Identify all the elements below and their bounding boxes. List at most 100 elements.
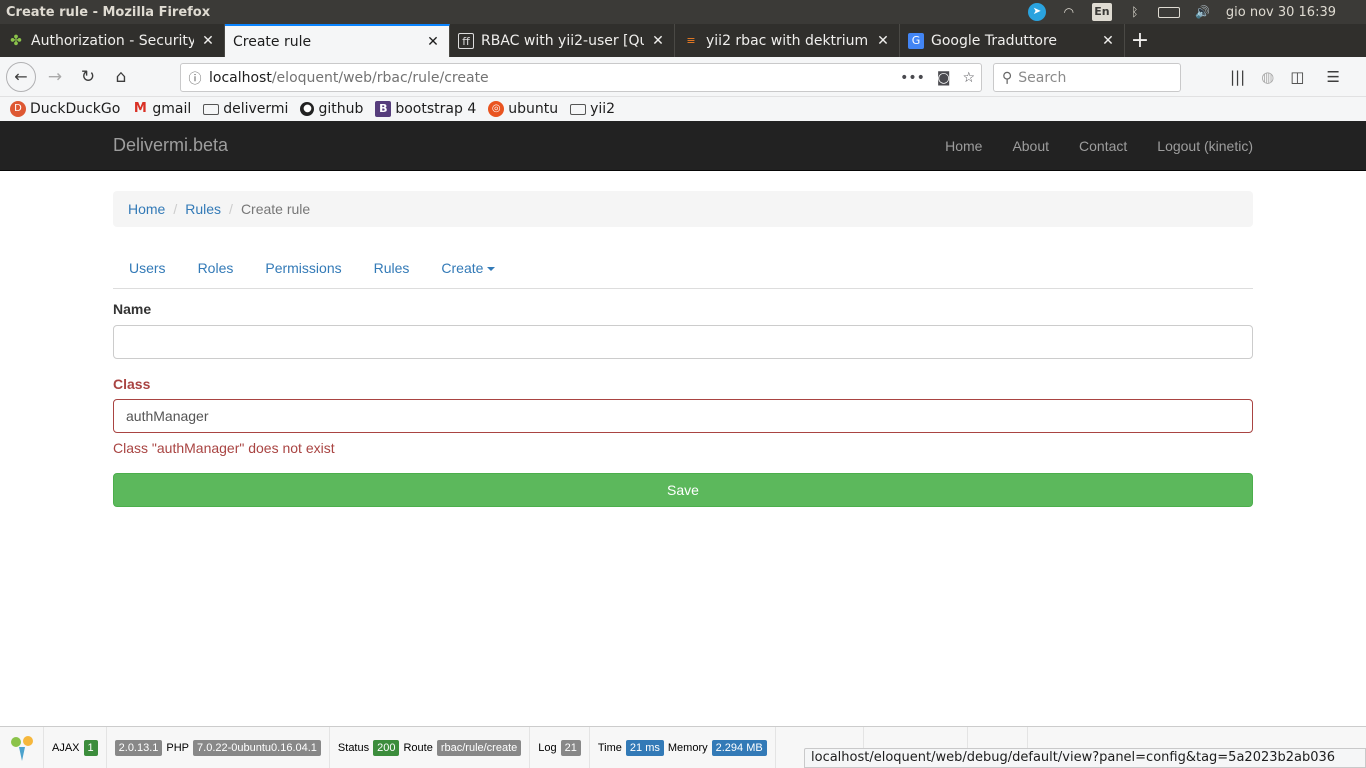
bookmark-github[interactable]: ● github <box>300 101 363 117</box>
close-tab-icon[interactable]: ✕ <box>200 33 216 49</box>
duckduckgo-icon: D <box>10 101 26 117</box>
yii-favicon-icon: ✤ <box>10 32 22 49</box>
debug-ajax-label: AJAX <box>52 741 80 754</box>
bookmark-star-icon[interactable]: ☆ <box>962 70 975 86</box>
save-button[interactable]: Save <box>113 473 1253 507</box>
tab-google-traduttore[interactable]: G Google Traduttore ✕ <box>900 24 1125 57</box>
toolbar-right: ||| ◍ ◫ ☰ <box>1230 57 1340 97</box>
tab-label: Authorization - Security <box>31 32 194 49</box>
subnav-create-dropdown[interactable]: Create <box>425 260 511 276</box>
tab-authorization[interactable]: ✤ Authorization - Security ✕ <box>0 24 225 57</box>
gmail-icon: M <box>133 101 147 116</box>
tab-yii2-rbac-dektrium[interactable]: ≡ yii2 rbac with dektrium - ✕ <box>675 24 900 57</box>
clock[interactable]: gio nov 30 16:39 <box>1226 5 1336 20</box>
debug-profiling[interactable]: Time 21 ms Memory 2.294 MB <box>590 726 776 768</box>
github-icon: ● <box>300 102 315 116</box>
bookmark-label: gmail <box>152 101 192 117</box>
debug-memory-label: Memory <box>667 741 708 754</box>
menu-icon[interactable]: ☰ <box>1326 68 1339 86</box>
breadcrumb-separator: / <box>229 201 233 217</box>
bookmark-ubuntu[interactable]: ◎ ubuntu <box>488 101 558 117</box>
bookmark-duckduckgo[interactable]: D DuckDuckGo <box>10 101 120 117</box>
debug-time: 21 ms <box>625 739 664 756</box>
back-button[interactable]: ← <box>6 61 36 92</box>
bookmark-delivermi[interactable]: delivermi <box>203 101 288 117</box>
nav-logout-link[interactable]: Logout (kinetic) <box>1142 138 1253 154</box>
forum-favicon-icon: ff <box>458 32 474 49</box>
home-button[interactable]: ⌂ <box>107 63 135 91</box>
nav-contact-link[interactable]: Contact <box>1064 138 1142 154</box>
brand-link[interactable]: Delivermi.beta <box>113 135 228 156</box>
bookmark-label: delivermi <box>223 101 289 117</box>
keyboard-layout-indicator[interactable]: En <box>1091 3 1112 21</box>
debug-php-version: 7.0.22-0ubuntu0.16.04.1 <box>193 739 321 756</box>
name-label: Name <box>113 301 152 317</box>
subnav-roles[interactable]: Roles <box>182 260 250 276</box>
sidebar-icon[interactable]: ◫ <box>1290 68 1304 86</box>
pocket-icon[interactable]: ◙ <box>937 70 951 86</box>
url-actions: ••• ◙ ☆ <box>900 64 975 91</box>
close-tab-icon[interactable]: ✕ <box>425 34 441 50</box>
tab-strip: ✤ Authorization - Security ✕ Create rule… <box>0 24 1366 57</box>
library-icon[interactable]: ||| <box>1230 68 1245 86</box>
name-input[interactable] <box>113 325 1253 359</box>
site-info-icon[interactable]: ⓘ <box>181 68 209 87</box>
debug-log[interactable]: Log 21 <box>530 726 590 768</box>
search-icon: ⚲ <box>1002 69 1013 86</box>
subnav-rules[interactable]: Rules <box>358 260 426 276</box>
folder-icon <box>570 103 587 115</box>
app-nav-menu: Home About Contact Logout (kinetic) <box>930 121 1253 171</box>
yii-logo-icon[interactable] <box>0 726 44 768</box>
debug-ajax[interactable]: AJAX 1 <box>44 726 107 768</box>
new-tab-button[interactable]: + <box>1125 24 1155 57</box>
debug-route-label: Route <box>403 741 433 754</box>
forward-button[interactable]: → <box>41 63 69 91</box>
url-host: localhost <box>209 69 272 86</box>
bluetooth-icon[interactable]: ᛒ <box>1126 4 1144 20</box>
url-bar[interactable]: ⓘ localhost/eloquent/web/rbac/rule/creat… <box>180 63 982 92</box>
search-input[interactable]: ⚲ Search <box>993 63 1181 92</box>
close-tab-icon[interactable]: ✕ <box>1100 33 1116 49</box>
debug-php-label: PHP <box>166 741 190 754</box>
volume-icon[interactable]: 🔊 <box>1194 4 1212 20</box>
debug-memory: 2.294 MB <box>711 739 767 756</box>
subnav-users[interactable]: Users <box>113 260 182 276</box>
url-path: /eloquent/web/rbac/rule/create <box>271 69 489 86</box>
tab-create-rule[interactable]: Create rule ✕ <box>225 24 450 57</box>
page-actions-icon[interactable]: ••• <box>900 70 925 86</box>
class-input[interactable] <box>113 399 1253 433</box>
ubuntu-icon: ◎ <box>488 101 505 117</box>
telegram-icon[interactable]: ➤ <box>1027 3 1046 21</box>
debug-status-label: Status <box>337 741 370 754</box>
bookmark-bootstrap[interactable]: B bootstrap 4 <box>375 101 476 117</box>
debug-request[interactable]: Status 200 Route rbac/rule/create <box>330 726 531 768</box>
bookmark-label: ubuntu <box>508 101 559 117</box>
breadcrumb-rules[interactable]: Rules <box>185 201 221 217</box>
reload-button[interactable]: ↻ <box>74 63 102 91</box>
app-navbar: Delivermi.beta Home About Contact Logout… <box>0 121 1366 171</box>
debug-ajax-count: 1 <box>83 739 98 756</box>
tab-label: yii2 rbac with dektrium - <box>706 32 869 49</box>
close-tab-icon[interactable]: ✕ <box>650 33 666 49</box>
tab-rbac-yii2-user[interactable]: ff RBAC with yii2-user [Qui ✕ <box>450 24 675 57</box>
wifi-icon[interactable]: ◠ <box>1060 4 1078 20</box>
nav-home-link[interactable]: Home <box>930 138 997 154</box>
rbac-subnav: Users Roles Permissions Rules Create <box>113 248 1253 289</box>
debug-log-count: 21 <box>560 739 581 756</box>
google-translate-favicon-icon: G <box>908 32 924 49</box>
nav-about-link[interactable]: About <box>997 138 1064 154</box>
subnav-create-label: Create <box>441 260 484 276</box>
debug-config[interactable]: 2.0.13.1 PHP 7.0.22-0ubuntu0.16.04.1 <box>107 726 330 768</box>
account-icon[interactable]: ◍ <box>1261 68 1274 86</box>
breadcrumb-separator: / <box>173 201 178 217</box>
battery-icon[interactable] <box>1157 6 1180 18</box>
bookmark-yii2[interactable]: yii2 <box>570 101 615 117</box>
system-tray: ➤ ◠ En ᛒ 🔊 gio nov 30 16:39 <box>1027 3 1366 21</box>
navigation-toolbar: ← → ↻ ⌂ ⓘ localhost/eloquent/web/rbac/ru… <box>0 57 1366 97</box>
subnav-permissions[interactable]: Permissions <box>249 260 357 276</box>
close-tab-icon[interactable]: ✕ <box>875 33 891 49</box>
breadcrumb-home[interactable]: Home <box>128 201 165 217</box>
tab-label: Google Traduttore <box>931 32 1058 49</box>
bookmark-gmail[interactable]: M gmail <box>132 101 191 117</box>
debug-log-label: Log <box>538 741 557 754</box>
